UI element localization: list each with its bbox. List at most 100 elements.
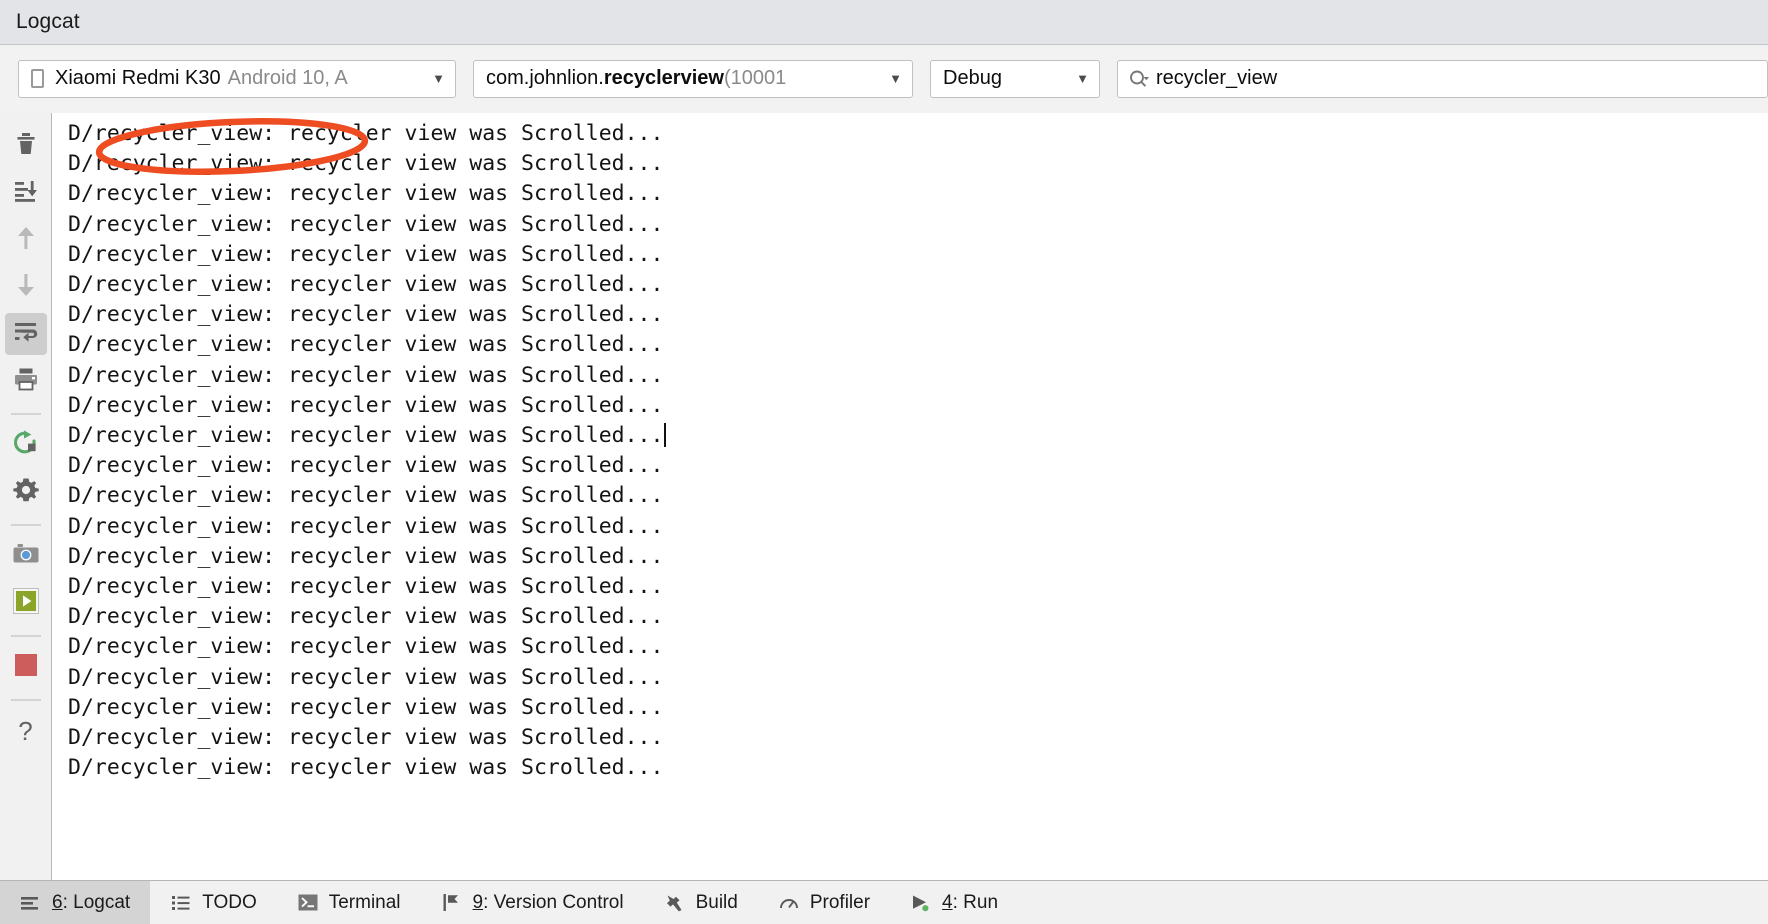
run-icon — [910, 892, 932, 914]
log-tag: D/recycler_view: — [68, 211, 276, 237]
log-line: D/recycler_view: recycler view was Scrol… — [68, 512, 1768, 542]
profiler-icon — [778, 892, 800, 914]
sidebar-divider — [10, 524, 41, 526]
tab-version-control[interactable]: 9: Version Control — [421, 881, 644, 924]
log-message: recycler view was Scrolled... — [275, 181, 664, 207]
log-message: recycler view was Scrolled... — [275, 211, 664, 237]
log-message: recycler view was Scrolled... — [275, 483, 664, 509]
tab-label: Profiler — [809, 891, 871, 913]
log-tag: D/recycler_view: — [68, 574, 276, 600]
tab-label: TODO — [202, 891, 257, 913]
log-line: D/recycler_view: recycler view was Scrol… — [68, 663, 1768, 693]
chevron-down-icon[interactable]: ▼ — [418, 72, 445, 85]
log-tag: D/recycler_view: — [68, 664, 276, 690]
log-tag: D/recycler_view: — [68, 634, 276, 660]
chevron-down-icon[interactable]: ▼ — [1062, 72, 1089, 85]
sidebar-divider — [10, 699, 41, 701]
log-message: recycler view was Scrolled... — [275, 543, 664, 569]
tab-label: 9: Version Control — [472, 891, 624, 913]
process-highlight: recyclerview — [603, 67, 724, 89]
log-line: D/recycler_view: recycler view was Scrol… — [68, 421, 1768, 451]
device-detail: Android 10, A — [227, 67, 348, 89]
log-message: recycler view was Scrolled... — [275, 272, 664, 298]
log-tag: D/recycler_view: — [68, 392, 276, 418]
device-name: Xiaomi Redmi K30 — [55, 67, 221, 89]
previous-occurrence-button[interactable] — [5, 219, 47, 261]
log-tag: D/recycler_view: — [68, 302, 276, 328]
log-message: recycler view was Scrolled... — [275, 302, 664, 328]
tab-label: Terminal — [328, 891, 401, 913]
log-tag: D/recycler_view: — [68, 272, 276, 298]
trash-icon — [14, 131, 38, 162]
scroll-to-end-button[interactable] — [5, 172, 47, 214]
log-message: recycler view was Scrolled... — [275, 664, 664, 690]
device-selector[interactable]: Xiaomi Redmi K30 Android 10, A ▼ — [18, 59, 456, 98]
log-tag: D/recycler_view: — [68, 604, 276, 630]
tab-terminal[interactable]: Terminal — [277, 881, 421, 924]
logcat-icon — [20, 892, 42, 914]
log-line: D/recycler_view: recycler view was Scrol… — [68, 753, 1768, 783]
logcat-output[interactable]: D/recycler_view: recycler view was Scrol… — [52, 113, 1768, 880]
search-icon[interactable] — [1128, 68, 1152, 90]
log-level-selector[interactable]: Debug ▼ — [930, 59, 1100, 98]
vcs-icon — [441, 892, 463, 914]
log-line: D/recycler_view: recycler view was Scrol… — [68, 723, 1768, 753]
help-button[interactable]: ? — [5, 710, 47, 752]
search-text: recycler_view — [1156, 67, 1278, 89]
window-titlebar: Logcat — [0, 0, 1768, 45]
soft-wrap-icon — [13, 320, 39, 349]
log-message: recycler view was Scrolled... — [275, 694, 664, 720]
screen-record-button[interactable] — [5, 582, 47, 624]
tab-run[interactable]: 4: Run — [890, 881, 1018, 924]
process-prefix: com.johnlion. — [486, 67, 604, 89]
log-tag: D/recycler_view: — [68, 755, 276, 781]
stop-square-icon — [13, 652, 39, 683]
settings-button[interactable] — [5, 471, 47, 513]
stop-button[interactable] — [5, 646, 47, 688]
tab-build[interactable]: Build — [644, 881, 758, 924]
log-message: recycler view was Scrolled... — [275, 574, 664, 600]
log-line: D/recycler_view: recycler view was Scrol… — [68, 270, 1768, 300]
log-line: D/recycler_view: recycler view was Scrol… — [68, 179, 1768, 209]
tab-logcat[interactable]: 6: Logcat — [0, 881, 151, 924]
next-occurrence-button[interactable] — [5, 266, 47, 308]
tab-label: 4: Run — [942, 891, 999, 913]
chevron-down-icon[interactable]: ▼ — [875, 72, 902, 85]
log-line: D/recycler_view: recycler view was Scrol… — [68, 300, 1768, 330]
log-tag: D/recycler_view: — [68, 181, 276, 207]
log-line: D/recycler_view: recycler view was Scrol… — [68, 119, 1768, 149]
tab-label: Build — [695, 891, 738, 913]
terminal-icon — [297, 892, 319, 914]
log-message: recycler view was Scrolled... — [275, 151, 664, 177]
log-tag: D/recycler_view: — [68, 332, 276, 358]
log-message: recycler view was Scrolled... — [275, 332, 664, 358]
log-line-list: D/recycler_view: recycler view was Scrol… — [68, 119, 1768, 783]
log-message: recycler view was Scrolled... — [275, 423, 664, 449]
restart-button[interactable] — [5, 424, 47, 466]
process-selector[interactable]: com.johnlion. recyclerview (10001 ▼ — [473, 59, 913, 98]
clear-logcat-button[interactable] — [5, 125, 47, 167]
log-line: D/recycler_view: recycler view was Scrol… — [68, 572, 1768, 602]
log-message: recycler view was Scrolled... — [275, 634, 664, 660]
log-line: D/recycler_view: recycler view was Scrol… — [68, 240, 1768, 270]
log-line: D/recycler_view: recycler view was Scrol… — [68, 632, 1768, 662]
text-caret — [664, 423, 667, 448]
soft-wrap-button[interactable] — [4, 313, 47, 355]
sidebar-divider — [10, 413, 41, 415]
logcat-sidebar: ? — [0, 113, 52, 880]
log-line: D/recycler_view: recycler view was Scrol… — [68, 542, 1768, 572]
log-line: D/recycler_view: recycler view was Scrol… — [68, 481, 1768, 511]
todo-icon — [170, 892, 192, 914]
log-message: recycler view was Scrolled... — [275, 453, 664, 479]
tab-todo[interactable]: TODO — [150, 881, 277, 924]
log-message: recycler view was Scrolled... — [275, 725, 664, 751]
log-message: recycler view was Scrolled... — [275, 755, 664, 781]
print-button[interactable] — [5, 360, 47, 402]
screen-record-icon — [12, 587, 39, 619]
tab-profiler[interactable]: Profiler — [758, 881, 890, 924]
arrow-down-icon — [14, 272, 38, 303]
search-input[interactable]: recycler_view — [1117, 59, 1768, 98]
screenshot-button[interactable] — [5, 535, 47, 577]
arrow-up-icon — [14, 225, 38, 256]
log-tag: D/recycler_view: — [68, 241, 276, 267]
